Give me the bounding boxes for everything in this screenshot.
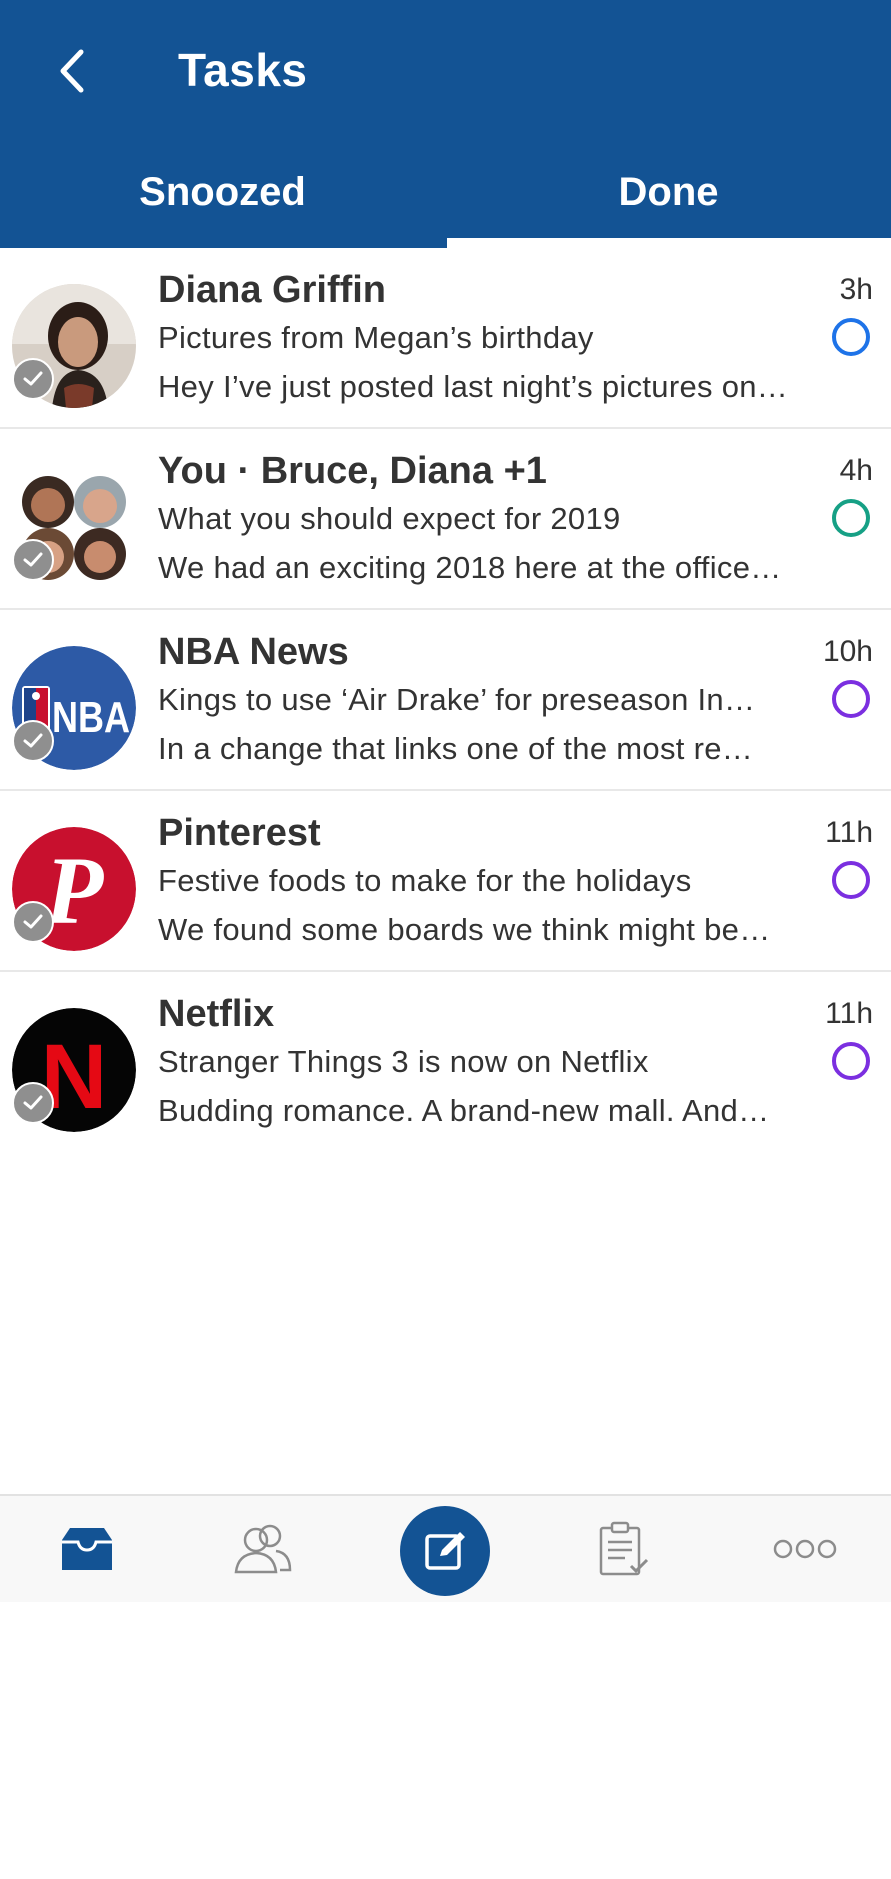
sender-name: You · Bruce, Diana +1 bbox=[158, 450, 547, 492]
preview: In a change that links one of the most r… bbox=[158, 731, 754, 766]
bottom-navigation bbox=[0, 1494, 891, 1602]
subject: Stranger Things 3 is now on Netflix bbox=[158, 1044, 649, 1079]
sender-name: NBA News bbox=[158, 631, 349, 673]
page-title: Tasks bbox=[178, 44, 308, 96]
list-item[interactable]: N Netflix Stranger Things 3 is now on Ne… bbox=[0, 972, 891, 1879]
task-complete-toggle[interactable] bbox=[832, 499, 870, 537]
tasks-icon bbox=[599, 1521, 649, 1576]
list-item[interactable]: P Pinterest Festive foods to make for th… bbox=[0, 791, 891, 972]
task-complete-toggle[interactable] bbox=[832, 1042, 870, 1080]
app-header: Tasks Snoozed Done bbox=[0, 0, 891, 248]
done-check-badge bbox=[12, 539, 54, 581]
more-icon bbox=[773, 1539, 837, 1559]
sender-name: Diana Griffin bbox=[158, 269, 387, 311]
tab-snoozed[interactable]: Snoozed bbox=[0, 162, 445, 222]
preview: Budding romance. A brand-new mall. And… bbox=[158, 1093, 770, 1128]
preview: We found some boards we think might be… bbox=[158, 912, 771, 947]
subject: Pictures from Megan’s birthday bbox=[158, 320, 594, 355]
done-check-badge bbox=[12, 901, 54, 943]
nav-more[interactable] bbox=[760, 1496, 850, 1602]
chevron-left-icon bbox=[60, 49, 84, 93]
subject: What you should expect for 2019 bbox=[158, 501, 621, 536]
people-icon bbox=[234, 1524, 292, 1574]
task-list: Diana Griffin Pictures from Megan’s birt… bbox=[0, 248, 891, 1879]
task-complete-toggle[interactable] bbox=[832, 680, 870, 718]
timestamp: 4h bbox=[839, 454, 873, 487]
subject: Kings to use ‘Air Drake’ for preseason I… bbox=[158, 682, 756, 717]
done-check-badge bbox=[12, 1082, 54, 1124]
preview: Hey I’ve just posted last night’s pictur… bbox=[158, 369, 789, 404]
active-tab-indicator bbox=[447, 238, 891, 248]
task-complete-toggle[interactable] bbox=[832, 318, 870, 356]
timestamp: 11h bbox=[825, 816, 873, 849]
checkmark-icon bbox=[23, 371, 43, 386]
timestamp: 10h bbox=[822, 635, 873, 668]
nav-people[interactable] bbox=[220, 1496, 306, 1602]
checkmark-icon bbox=[23, 914, 43, 929]
done-check-badge bbox=[12, 720, 54, 762]
back-button[interactable] bbox=[44, 40, 100, 102]
list-item[interactable]: You · Bruce, Diana +1 What you should ex… bbox=[0, 429, 891, 610]
inbox-icon bbox=[62, 1528, 112, 1570]
timestamp: 3h bbox=[839, 273, 873, 306]
compose-icon bbox=[425, 1532, 465, 1570]
checkmark-icon bbox=[23, 733, 43, 748]
checkmark-icon bbox=[23, 1095, 43, 1110]
subject: Festive foods to make for the holidays bbox=[158, 863, 692, 898]
done-check-badge bbox=[12, 358, 54, 400]
compose-button[interactable] bbox=[400, 1506, 490, 1596]
checkmark-icon bbox=[23, 552, 43, 567]
nba-logo-text: NBA bbox=[52, 693, 130, 742]
list-item[interactable]: NBA NBA News Kings to use ‘Air Drake’ fo… bbox=[0, 610, 891, 791]
timestamp: 11h bbox=[825, 997, 873, 1030]
tab-done[interactable]: Done bbox=[446, 162, 891, 222]
preview: We had an exciting 2018 here at the offi… bbox=[158, 550, 782, 585]
task-complete-toggle[interactable] bbox=[832, 861, 870, 899]
nav-tasks[interactable] bbox=[580, 1496, 666, 1602]
sender-name: Pinterest bbox=[158, 812, 321, 854]
nav-inbox[interactable] bbox=[44, 1496, 130, 1602]
sender-name: Netflix bbox=[158, 993, 275, 1035]
list-item[interactable]: Diana Griffin Pictures from Megan’s birt… bbox=[0, 248, 891, 429]
